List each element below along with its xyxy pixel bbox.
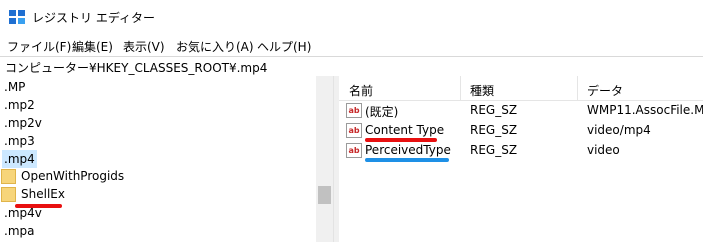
tree-item-label: .mp2v <box>4 116 42 130</box>
tree-item-selected[interactable]: .mp4 <box>2 150 37 168</box>
column-separator[interactable] <box>577 76 578 100</box>
address-bar[interactable]: コンピューター¥HKEY_CLASSES_ROOT¥.mp4 <box>0 56 703 77</box>
tree-item[interactable]: .MP <box>4 78 25 96</box>
string-value-icon: ab <box>346 143 362 158</box>
value-name: (既定) <box>365 105 399 119</box>
value-data: WMP11.AssocFile.MP4 <box>587 103 703 117</box>
menu-favorites[interactable]: お気に入り(A) <box>176 38 254 55</box>
tree-item-label: .mp4 <box>4 152 35 166</box>
tree-item-label: OpenWithProgids <box>21 169 125 183</box>
tree-item[interactable]: .mpa <box>4 222 34 240</box>
value-type: REG_SZ <box>470 103 518 117</box>
value-list[interactable]: 名前 種類 データ ab (既定) REG_SZ WMP11.AssocFile… <box>339 76 703 242</box>
tree-item-label: .mpa <box>4 224 35 238</box>
tree-item-label: .mp2 <box>4 98 35 112</box>
string-value-icon: ab <box>346 123 362 138</box>
folder-icon <box>1 169 16 184</box>
value-name: PerceivedType <box>365 143 451 157</box>
title-bar: レジストリ エディター <box>0 0 703 34</box>
tree-scrollbar[interactable] <box>316 76 333 242</box>
tree-item-label: .mp3 <box>4 134 35 148</box>
menu-view[interactable]: 表示(V) <box>123 38 165 55</box>
column-name[interactable]: 名前 <box>349 82 373 99</box>
value-data: video <box>587 143 620 157</box>
tree-item-shellex[interactable]: ShellEx <box>0 185 140 203</box>
tree-item-label: .mp4v <box>4 206 42 220</box>
tree-item-label: ShellEx <box>21 187 65 201</box>
menu-help[interactable]: ヘルプ(H) <box>257 38 311 55</box>
tree-item-label: .MP <box>4 80 26 94</box>
menu-bar: ファイル(F) 編集(E) 表示(V) お気に入り(A) ヘルプ(H) <box>0 34 703 56</box>
value-type: REG_SZ <box>470 143 518 157</box>
tree-item[interactable]: .mp2v <box>4 114 42 132</box>
scrollbar-thumb[interactable] <box>318 186 331 204</box>
tree-item-openwithprogids[interactable]: OpenWithProgids <box>0 167 140 185</box>
list-header: 名前 種類 データ <box>339 76 703 101</box>
key-tree[interactable]: .MP .mp2 .mp2v .mp3 .mp4 OpenWithProgids… <box>0 76 316 242</box>
column-type[interactable]: 種類 <box>470 82 494 99</box>
column-data[interactable]: データ <box>587 82 623 99</box>
folder-icon <box>1 187 16 202</box>
string-value-icon: ab <box>346 103 362 118</box>
menu-edit[interactable]: 編集(E) <box>72 38 113 55</box>
menu-file[interactable]: ファイル(F) <box>7 38 71 55</box>
tree-item[interactable]: .mp4v <box>4 204 42 222</box>
registry-editor-icon <box>9 10 25 24</box>
tree-item[interactable]: .mp2 <box>4 96 35 114</box>
window-title: レジストリ エディター <box>32 11 155 25</box>
value-data: video/mp4 <box>587 123 651 137</box>
tree-item[interactable]: .mp3 <box>4 132 35 150</box>
address-path[interactable]: コンピューター¥HKEY_CLASSES_ROOT¥.mp4 <box>5 59 267 76</box>
blue-annotation-underline <box>365 158 449 162</box>
column-separator[interactable] <box>460 76 461 100</box>
value-type: REG_SZ <box>470 123 518 137</box>
value-name: Content Type <box>365 123 445 137</box>
value-row[interactable]: ab (既定) REG_SZ WMP11.AssocFile.MP4 <box>339 101 703 120</box>
